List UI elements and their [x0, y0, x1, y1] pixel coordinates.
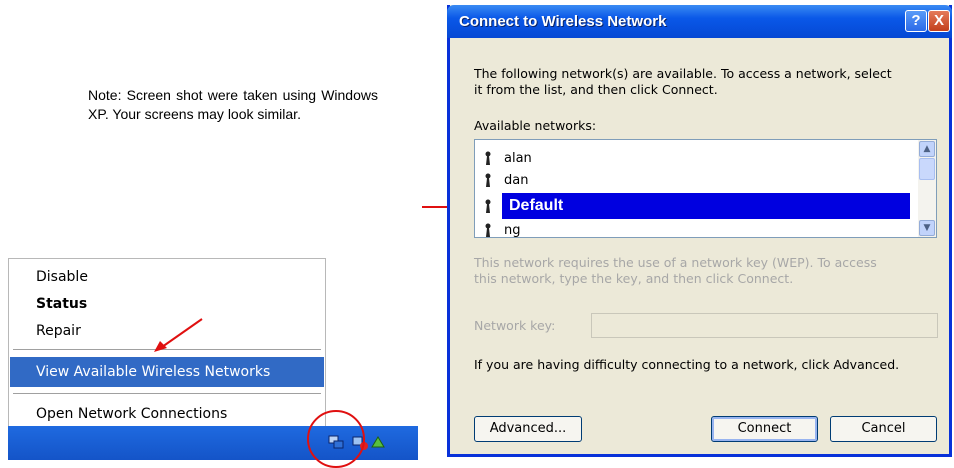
- network-list[interactable]: alan dan Default ng ▲ ▼: [474, 139, 937, 238]
- network-item[interactable]: dan: [475, 170, 915, 192]
- dialog-title-bar: Connect to Wireless Network ? X: [447, 5, 952, 38]
- advanced-button[interactable]: Advanced...: [474, 416, 582, 442]
- network-key-label: Network key:: [474, 318, 556, 333]
- help-button[interactable]: ?: [905, 10, 927, 32]
- scroll-thumb[interactable]: [919, 158, 935, 180]
- red-arrow-icon: [154, 318, 203, 352]
- scroll-down-icon[interactable]: ▼: [919, 220, 935, 236]
- network-list-scrollbar[interactable]: ▲ ▼: [918, 140, 936, 237]
- network-name: Default: [509, 197, 564, 214]
- scroll-up-icon[interactable]: ▲: [919, 141, 935, 157]
- network-item[interactable]: ng: [475, 220, 915, 238]
- wep-text-line2: this network, type the key, and then cli…: [474, 271, 794, 286]
- network-name: dan: [504, 173, 529, 188]
- intro-text-line2: it from the list, and then click Connect…: [474, 82, 718, 97]
- wireless-antenna-icon: [485, 151, 491, 165]
- wep-text-line1: This network requires the use of a netwo…: [474, 255, 877, 270]
- network-item[interactable]: alan: [475, 148, 915, 170]
- dialog-title: Connect to Wireless Network: [459, 13, 667, 30]
- connect-wireless-dialog: Connect to Wireless Network ? X The foll…: [447, 5, 952, 457]
- intro-text-line1: The following network(s) are available. …: [474, 66, 892, 81]
- menu-item-status[interactable]: Status: [10, 291, 324, 317]
- tray-highlight-circle: [307, 410, 365, 468]
- wireless-antenna-icon: [485, 199, 491, 213]
- wireless-antenna-icon: [485, 173, 491, 187]
- menu-separator: [13, 393, 321, 395]
- menu-item-view-wireless-networks[interactable]: View Available Wireless Networks: [10, 357, 324, 387]
- menu-item-open-network-connections[interactable]: Open Network Connections: [10, 401, 324, 427]
- close-button[interactable]: X: [928, 10, 950, 32]
- network-item-selected[interactable]: Default: [475, 193, 915, 219]
- screenshot-note: Note: Screen shot were taken using Windo…: [88, 87, 378, 122]
- cancel-button[interactable]: Cancel: [830, 416, 937, 442]
- network-name: alan: [504, 151, 532, 166]
- safely-remove-icon[interactable]: [370, 434, 386, 450]
- menu-item-disable[interactable]: Disable: [10, 264, 324, 290]
- advanced-hint-text: If you are having difficulty connecting …: [474, 357, 900, 372]
- network-key-input[interactable]: [591, 313, 938, 338]
- available-networks-label: Available networks:: [474, 118, 597, 133]
- network-name: ng: [504, 223, 521, 238]
- connect-button[interactable]: Connect: [711, 416, 818, 442]
- wireless-antenna-icon: [485, 223, 491, 237]
